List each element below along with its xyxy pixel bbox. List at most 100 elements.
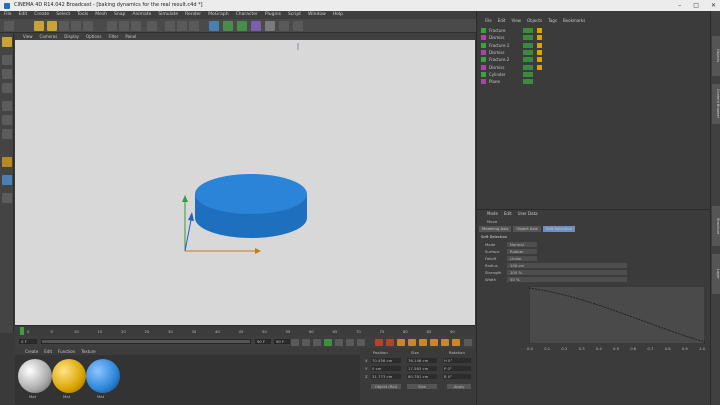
workplane-icon[interactable] (2, 83, 12, 93)
falloff-graph[interactable] (529, 286, 705, 344)
coordinate-system-icon[interactable] (147, 21, 157, 31)
viewport-menu-display[interactable]: Display (64, 33, 79, 40)
object-tag-icon[interactable] (537, 28, 542, 33)
array-icon[interactable] (237, 21, 247, 31)
object-menu-file[interactable]: File (485, 17, 492, 24)
visibility-check-icon[interactable] (523, 35, 533, 41)
axis-mode-icon[interactable] (2, 175, 12, 185)
start-frame-field[interactable]: 90 F (255, 339, 271, 344)
object-row[interactable]: Fracture.2 (481, 56, 709, 63)
object-name[interactable]: Fracture (489, 27, 505, 34)
points-mode-icon[interactable] (2, 101, 12, 111)
menu-item-window[interactable]: Window (308, 11, 326, 19)
move-tool-icon[interactable] (47, 21, 57, 31)
apply-button[interactable]: Apply (447, 384, 471, 389)
field-value[interactable]: 100 cm (507, 263, 627, 268)
playhead-icon[interactable] (20, 327, 24, 335)
record-icon[interactable] (375, 339, 383, 346)
lock-workplane-icon[interactable] (2, 193, 12, 203)
object-tag-icon[interactable] (537, 42, 542, 48)
light-icon[interactable] (293, 21, 303, 31)
object-row[interactable]: Plane (481, 78, 709, 85)
timeline-ruler[interactable]: 0 5 10 15 20 25 30 35 40 45 50 55 60 65 70 75 80 85 90 (15, 325, 475, 336)
undo-icon[interactable] (4, 21, 14, 31)
menu-item-mesh[interactable]: Mesh (95, 11, 107, 19)
material-menu-create[interactable]: Create (25, 348, 38, 355)
object-name[interactable]: Dismiss (489, 49, 504, 56)
object-menu-objects[interactable]: Objects (527, 17, 542, 24)
coord-pos-field[interactable]: 70.456 cm (371, 358, 401, 363)
object-menu-tags[interactable]: Tags (548, 17, 557, 24)
attribute-menu-user-data[interactable]: User Data (518, 210, 538, 217)
right-tab-layer[interactable]: Layer (712, 254, 720, 294)
visibility-check-icon[interactable] (523, 57, 533, 63)
end-frame-field[interactable]: 90 F (274, 339, 290, 344)
coord-size-field[interactable]: 76.146 cm (407, 358, 437, 363)
field-value[interactable]: Rubber (507, 249, 537, 254)
next-key-icon[interactable] (346, 339, 354, 346)
keyframe-selection-icon[interactable] (397, 339, 405, 346)
live-selection-icon[interactable] (34, 21, 44, 31)
floor-icon[interactable] (265, 21, 275, 31)
coord-rot-field[interactable]: H 0° (443, 358, 471, 363)
next-frame-icon[interactable] (335, 339, 343, 346)
recent-tool-icon[interactable] (83, 21, 93, 31)
object-name[interactable]: Dismiss (489, 34, 504, 41)
y-axis-lock-icon[interactable] (119, 21, 129, 31)
viewport-menu-options[interactable]: Options (86, 33, 101, 40)
coord-rot-field[interactable]: P 0° (443, 366, 471, 371)
prev-frame-icon[interactable] (313, 339, 321, 346)
menu-item-edit[interactable]: Edit (19, 11, 28, 19)
make-editable-icon[interactable] (2, 37, 12, 47)
current-frame-field[interactable]: 0 F (19, 339, 37, 344)
close-icon[interactable]: ✕ (711, 0, 716, 11)
right-tab-objects[interactable]: Objects (712, 36, 720, 76)
play-icon[interactable] (324, 339, 332, 346)
rotation-key-icon[interactable] (430, 339, 438, 346)
material-white[interactable] (18, 359, 52, 393)
right-tab-structure[interactable]: Structure (712, 206, 720, 246)
z-axis-arrow-icon[interactable] (188, 212, 194, 221)
object-row[interactable]: Cylinder (481, 71, 709, 78)
menu-item-render[interactable]: Render (185, 11, 201, 19)
material-menu-texture[interactable]: Texture (81, 348, 96, 355)
autokey-icon[interactable] (386, 339, 394, 346)
goto-start-icon[interactable] (291, 339, 299, 346)
visibility-check-icon[interactable] (523, 42, 533, 48)
snap-icon[interactable] (2, 157, 12, 167)
scale-tool-icon[interactable] (59, 21, 69, 31)
viewport-menu-filter[interactable]: Filter (108, 33, 118, 40)
field-value[interactable]: 100 % (507, 270, 627, 275)
coord-pos-field[interactable]: 0 cm (371, 366, 401, 371)
field-value[interactable]: Normal (507, 242, 537, 247)
visibility-check-icon[interactable] (523, 79, 533, 85)
coord-pos-field[interactable]: 31.773 cm (371, 374, 401, 379)
attribute-menu-edit[interactable]: Edit (504, 210, 512, 217)
timeline-menu-icon[interactable] (464, 339, 472, 346)
tab-soft-selection[interactable]: Soft Selection (542, 226, 576, 232)
object-row[interactable]: Fracture.1 (481, 42, 709, 49)
x-axis-arrow-icon[interactable] (255, 248, 261, 254)
coord-size-field[interactable]: 17.583 cm (407, 366, 437, 371)
menu-item-file[interactable]: File (4, 11, 12, 19)
y-axis-arrow-icon[interactable] (182, 195, 188, 202)
nurbs-icon[interactable] (223, 21, 233, 31)
object-name[interactable]: Cylinder (489, 71, 506, 78)
object-row[interactable]: Dismiss (481, 64, 709, 71)
minimize-icon[interactable]: – (678, 0, 681, 11)
x-axis-lock-icon[interactable] (107, 21, 117, 31)
object-tag-icon[interactable] (537, 57, 542, 63)
object-tag-icon[interactable] (537, 64, 542, 70)
texture-mode-icon[interactable] (2, 69, 12, 79)
rotate-tool-icon[interactable] (71, 21, 81, 31)
coord-mode-dropdown[interactable]: Object (Rel) (371, 384, 401, 389)
visibility-check-icon[interactable] (523, 71, 533, 77)
menu-item-snap[interactable]: Snap (114, 11, 125, 19)
material-blue[interactable] (86, 359, 120, 393)
menu-item-help[interactable]: Help (333, 11, 343, 19)
perspective-viewport[interactable] (15, 40, 475, 325)
maximize-icon[interactable]: □ (693, 0, 699, 11)
field-value[interactable]: Linear (507, 256, 537, 261)
cube-primitive-icon[interactable] (209, 21, 219, 31)
object-row[interactable]: Fracture (481, 27, 709, 34)
